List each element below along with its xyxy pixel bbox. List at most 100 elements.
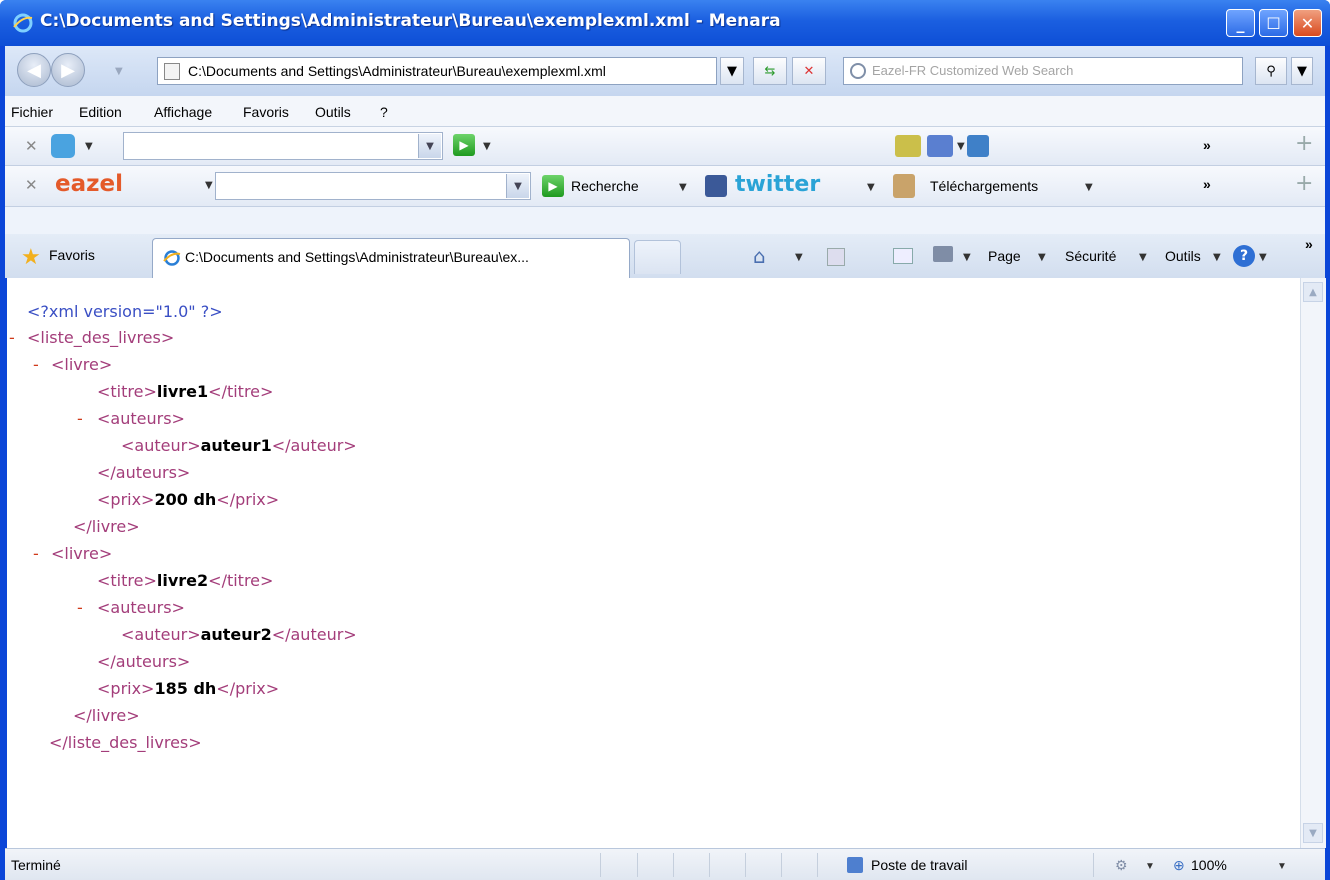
search-input[interactable]: Eazel-FR Customized Web Search: [843, 57, 1243, 85]
zoom-dropdown-icon[interactable]: ▼: [1277, 861, 1287, 872]
telechargements-dropdown-icon[interactable]: ▼: [1085, 182, 1093, 193]
back-button[interactable]: ◀: [17, 53, 51, 87]
command-overflow-icon[interactable]: »: [1305, 236, 1313, 252]
toolbar-overflow-icon[interactable]: »: [1203, 137, 1211, 153]
security-zone-label: Poste de travail: [871, 857, 968, 873]
star-icon: ★: [21, 244, 41, 269]
menu-fichier[interactable]: Fichier: [11, 104, 53, 120]
ie-logo-icon: [163, 250, 181, 266]
address-field[interactable]: C:\Documents and Settings\Administrateur…: [157, 57, 717, 85]
toolbar-dropdown-icon[interactable]: ▼: [85, 141, 93, 152]
collapse-toggle[interactable]: -: [77, 598, 83, 617]
auteurs-close-tag: </auteurs>: [97, 652, 191, 671]
titre-open-tag: <titre>: [97, 382, 157, 401]
address-row: ◀ ▶ ▼ C:\Documents and Settings\Administ…: [5, 46, 1325, 96]
favorites-button[interactable]: ★ Favoris: [9, 240, 137, 270]
menu-favoris[interactable]: Favoris: [243, 104, 289, 120]
close-toolbar-icon[interactable]: ✕: [25, 176, 38, 194]
vertical-scrollbar[interactable]: ▲ ▼: [1300, 278, 1326, 848]
root-close-tag: </liste_des_livres>: [49, 733, 202, 752]
auteur-close-tag: </auteur>: [271, 436, 357, 455]
protected-mode-dropdown-icon[interactable]: ▼: [1145, 861, 1155, 872]
home-icon[interactable]: ⌂: [753, 244, 766, 268]
titre-open-tag: <titre>: [97, 571, 157, 590]
help-dropdown-icon[interactable]: ▼: [1259, 252, 1267, 263]
twitter-logo[interactable]: twitter: [735, 172, 820, 197]
telechargements-button[interactable]: Téléchargements: [930, 178, 1038, 194]
collapse-toggle[interactable]: -: [9, 328, 15, 347]
maximize-icon: ☐: [1266, 13, 1281, 33]
bookmark-dropdown-icon[interactable]: ▼: [957, 141, 965, 152]
zoom-level[interactable]: 100%: [1191, 857, 1227, 873]
eazel-search-field[interactable]: ▼: [215, 172, 531, 200]
bookmark-icon[interactable]: [927, 135, 953, 157]
menu-edition[interactable]: Edition: [79, 104, 122, 120]
status-divider: [709, 853, 710, 877]
auteur-open-tag: <auteur>: [121, 625, 201, 644]
menu-affichage[interactable]: Affichage: [154, 104, 212, 120]
mail-icon[interactable]: [893, 248, 913, 264]
refresh-button[interactable]: ⇆: [753, 57, 787, 85]
highlight-icon[interactable]: [895, 135, 921, 157]
security-dropdown-icon[interactable]: ▼: [1139, 252, 1147, 263]
xml-declaration: <?xml version="1.0" ?>: [27, 302, 223, 321]
new-tab-button[interactable]: [634, 240, 681, 274]
livre-close-tag: </livre>: [73, 706, 140, 725]
eazel-dropdown-icon[interactable]: ▼: [205, 180, 213, 191]
print-icon[interactable]: [933, 246, 953, 262]
menu-help[interactable]: ?: [380, 104, 388, 120]
download-icon[interactable]: [893, 174, 915, 198]
protected-mode-icon[interactable]: ⚙: [1115, 857, 1128, 874]
collapse-toggle[interactable]: -: [33, 544, 39, 563]
stop-button[interactable]: ✕: [792, 57, 826, 85]
search-options-button[interactable]: ▼: [1291, 57, 1313, 85]
recherche-dropdown-icon[interactable]: ▼: [679, 182, 687, 193]
recherche-button[interactable]: Recherche: [571, 178, 639, 194]
messenger-icon[interactable]: [967, 135, 989, 157]
status-divider: [817, 853, 818, 877]
search-button[interactable]: ⚲: [1255, 57, 1287, 85]
go-button[interactable]: ▶: [453, 134, 475, 156]
maximize-button[interactable]: ☐: [1259, 9, 1288, 37]
close-button[interactable]: ✕: [1293, 9, 1322, 37]
forward-button[interactable]: ▶: [51, 53, 85, 87]
close-toolbar-icon[interactable]: ✕: [25, 137, 38, 155]
zoom-icon[interactable]: ⊕: [1173, 857, 1185, 874]
toolbar-1-search-field[interactable]: ▼: [123, 132, 443, 160]
chevron-down-icon: ▼: [1297, 63, 1307, 79]
scroll-up-icon[interactable]: ▲: [1303, 282, 1323, 302]
eazel-go-button[interactable]: ▶: [542, 175, 564, 197]
toolbar-overflow-icon[interactable]: »: [1203, 176, 1211, 192]
help-icon[interactable]: ?: [1233, 245, 1255, 267]
auteur-value: auteur1: [200, 436, 272, 455]
home-dropdown-icon[interactable]: ▼: [795, 252, 803, 263]
minimize-button[interactable]: _: [1226, 9, 1255, 37]
toolbar-logo-icon[interactable]: [51, 134, 75, 158]
add-toolbar-icon[interactable]: +: [1295, 131, 1313, 156]
go-dropdown-icon[interactable]: ▼: [483, 141, 491, 152]
address-dropdown-button[interactable]: ▼: [720, 57, 744, 85]
add-toolbar-icon[interactable]: +: [1295, 171, 1313, 196]
page-menu[interactable]: Page: [988, 248, 1021, 264]
collapse-toggle[interactable]: -: [77, 409, 83, 428]
security-menu[interactable]: Sécurité: [1065, 248, 1116, 264]
search-placeholder: Eazel-FR Customized Web Search: [872, 63, 1074, 78]
prix-open-tag: <prix>: [97, 490, 155, 509]
feeds-icon[interactable]: [827, 248, 845, 266]
tools-dropdown-icon[interactable]: ▼: [1213, 252, 1221, 263]
menu-outils[interactable]: Outils: [315, 104, 351, 120]
collapse-toggle[interactable]: -: [33, 355, 39, 374]
chevron-down-icon: ▼: [418, 134, 441, 158]
facebook-icon[interactable]: [705, 175, 727, 197]
print-dropdown-icon[interactable]: ▼: [963, 252, 971, 263]
history-dropdown-icon[interactable]: ▼: [115, 66, 123, 77]
twitter-dropdown-icon[interactable]: ▼: [867, 182, 875, 193]
tools-menu[interactable]: Outils: [1165, 248, 1201, 264]
auteur-close-tag: </auteur>: [271, 625, 357, 644]
title-bar[interactable]: C:\Documents and Settings\Administrateur…: [0, 0, 1330, 46]
eazel-logo[interactable]: eazel: [55, 171, 123, 197]
scroll-down-icon[interactable]: ▼: [1303, 823, 1323, 843]
tab-active[interactable]: C:\Documents and Settings\Administrateur…: [152, 238, 630, 278]
computer-zone-icon: [847, 857, 863, 873]
page-dropdown-icon[interactable]: ▼: [1038, 252, 1046, 263]
